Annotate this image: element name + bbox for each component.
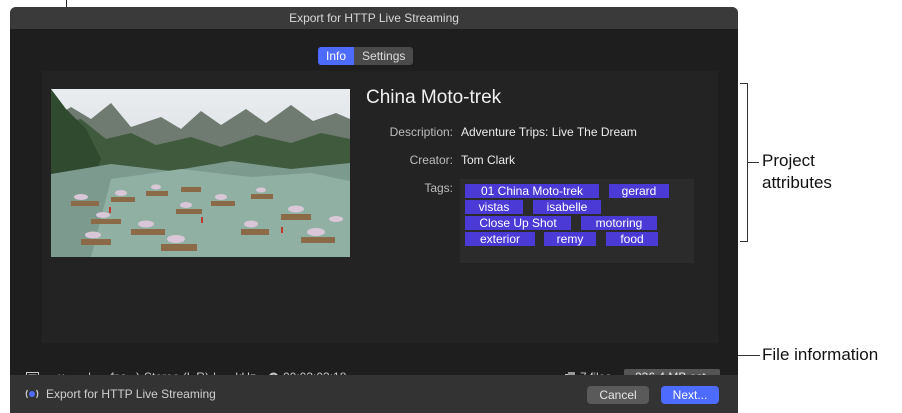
- video-thumbnail: [51, 89, 350, 257]
- tag-remy[interactable]: remy: [544, 232, 596, 246]
- tag-01-china-moto-trek[interactable]: 01 China Moto-trek: [465, 184, 599, 198]
- destination-label: Export for HTTP Live Streaming: [24, 387, 216, 401]
- project-attributes-callout: Project attributes: [762, 150, 832, 194]
- tab-info[interactable]: Info: [318, 47, 355, 65]
- tag-vistas[interactable]: vistas: [465, 200, 523, 214]
- cancel-button[interactable]: Cancel: [587, 386, 649, 404]
- tag-motoring[interactable]: motoring: [581, 216, 657, 230]
- broadcast-icon: [25, 389, 39, 399]
- tags-field[interactable]: 01 China Moto-trek gerard vistas isabell…: [460, 179, 694, 263]
- tab-settings[interactable]: Settings: [354, 47, 414, 65]
- tag-isabelle[interactable]: isabelle: [533, 200, 601, 214]
- description-label: Description:: [389, 125, 453, 139]
- next-button[interactable]: Next...: [661, 386, 719, 404]
- tag-gerard[interactable]: gerard: [609, 184, 669, 198]
- description-value[interactable]: Adventure Trips: Live The Dream: [461, 125, 637, 139]
- tag-close-up-shot[interactable]: Close Up Shot: [465, 216, 571, 230]
- creator-value[interactable]: Tom Clark: [461, 153, 515, 167]
- window-title: Export for HTTP Live Streaming: [10, 7, 738, 29]
- file-information-leader: [738, 355, 760, 356]
- callout-line-1: Project: [762, 151, 815, 170]
- tab-control: Info Settings: [318, 47, 414, 65]
- dialog-footer: Export for HTTP Live Streaming Cancel Ne…: [10, 375, 738, 413]
- tag-food[interactable]: food: [606, 232, 658, 246]
- project-title: China Moto-trek: [366, 87, 502, 108]
- tag-exterior[interactable]: exterior: [465, 232, 535, 246]
- callout-line-2: attributes: [762, 173, 832, 192]
- destination-name: Export for HTTP Live Streaming: [46, 387, 216, 401]
- project-attributes-leader: [747, 162, 759, 163]
- tags-label: Tags:: [424, 181, 453, 195]
- file-information-callout: File information: [762, 345, 879, 364]
- creator-label: Creator:: [409, 153, 453, 167]
- dialog-content: Info Settings China Moto-trek Descriptio…: [10, 29, 738, 385]
- export-dialog: Export for HTTP Live Streaming Info Sett…: [10, 7, 738, 413]
